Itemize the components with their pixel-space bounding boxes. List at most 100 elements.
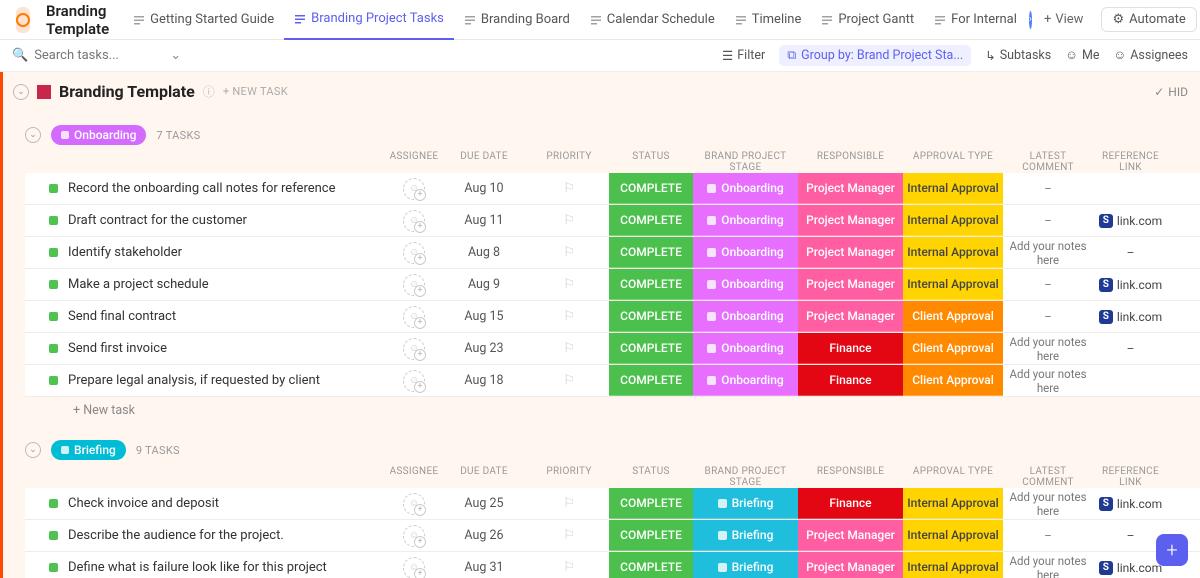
due-date[interactable]: Aug 11 [439, 213, 529, 228]
priority-flag-icon[interactable]: ⚐ [529, 213, 609, 228]
tab-branding-project-tasks[interactable]: Branding Project Tasks [284, 0, 454, 40]
responsible-cell[interactable]: Project Manager [798, 205, 903, 236]
more-tabs-icon[interactable]: › [1029, 11, 1032, 29]
task-row[interactable]: Describe the audience for the project.☺A… [25, 520, 1200, 552]
task-row[interactable]: Send first invoice☺Aug 23⚐COMPLETEOnboar… [25, 333, 1200, 365]
automate-button[interactable]: ⚙Automate [1101, 7, 1196, 32]
approval-cell[interactable]: Internal Approval [903, 237, 1003, 268]
link-cell[interactable]: Slink.com [1093, 497, 1168, 511]
assignee-add-icon[interactable]: ☺ [403, 306, 425, 328]
group-badge[interactable]: Onboarding [51, 125, 146, 145]
responsible-cell[interactable]: Finance [798, 365, 903, 396]
stage-cell[interactable]: Briefing [693, 552, 798, 578]
priority-flag-icon[interactable]: ⚐ [529, 496, 609, 511]
group-badge[interactable]: Briefing [51, 440, 126, 460]
link-cell[interactable]: – [1093, 246, 1168, 260]
tab-project-gantt[interactable]: Project Gantt [811, 0, 924, 40]
responsible-cell[interactable]: Project Manager [798, 269, 903, 300]
status-cell[interactable]: COMPLETE [609, 552, 693, 578]
comment-cell[interactable]: – [1003, 529, 1093, 543]
priority-flag-icon[interactable]: ⚐ [529, 560, 609, 575]
add-button[interactable]: + [1156, 534, 1188, 566]
priority-flag-icon[interactable]: ⚐ [529, 181, 609, 196]
search-chevron-icon[interactable]: ⌄ [164, 48, 187, 63]
assignee-add-icon[interactable]: ☺ [403, 557, 425, 578]
due-date[interactable]: Aug 31 [439, 560, 529, 575]
stage-cell[interactable]: Onboarding [693, 365, 798, 396]
task-row[interactable]: Make a project schedule☺Aug 9⚐COMPLETEOn… [25, 269, 1200, 301]
tab-calendar-schedule[interactable]: Calendar Schedule [580, 0, 725, 40]
responsible-cell[interactable]: Project Manager [798, 552, 903, 578]
workspace-icon[interactable] [16, 7, 30, 33]
priority-flag-icon[interactable]: ⚐ [529, 245, 609, 260]
assignee-add-icon[interactable]: ☺ [403, 338, 425, 360]
due-date[interactable]: Aug 10 [439, 181, 529, 196]
task-row[interactable]: Define what is failure look like for thi… [25, 552, 1200, 578]
due-date[interactable]: Aug 9 [439, 277, 529, 292]
due-date[interactable]: Aug 18 [439, 373, 529, 388]
add-task-button[interactable]: + New task [25, 397, 1200, 422]
comment-cell[interactable]: – [1003, 278, 1093, 292]
comment-cell[interactable]: – [1003, 214, 1093, 228]
comment-cell[interactable]: Add your notes here [1003, 554, 1093, 578]
due-date[interactable]: Aug 25 [439, 496, 529, 511]
responsible-cell[interactable]: Finance [798, 333, 903, 364]
task-row[interactable]: Send final contract☺Aug 15⚐COMPLETEOnboa… [25, 301, 1200, 333]
comment-cell[interactable]: – [1003, 182, 1093, 196]
collapse-group-icon[interactable]: ⌄ [25, 442, 41, 458]
status-cell[interactable]: COMPLETE [609, 237, 693, 268]
status-cell[interactable]: COMPLETE [609, 301, 693, 332]
status-cell[interactable]: COMPLETE [609, 520, 693, 551]
collapse-list-icon[interactable]: ⌄ [13, 84, 29, 100]
status-cell[interactable]: COMPLETE [609, 173, 693, 204]
stage-cell[interactable]: Onboarding [693, 269, 798, 300]
task-row[interactable]: Prepare legal analysis, if requested by … [25, 365, 1200, 397]
tab-timeline[interactable]: Timeline [725, 0, 812, 40]
approval-cell[interactable]: Internal Approval [903, 269, 1003, 300]
new-task-button[interactable]: + NEW TASK [223, 85, 288, 98]
approval-cell[interactable]: Client Approval [903, 301, 1003, 332]
link-cell[interactable]: Slink.com [1093, 214, 1168, 228]
assignees-button[interactable]: ☺Assignees [1114, 48, 1189, 63]
priority-flag-icon[interactable]: ⚐ [529, 528, 609, 543]
group-by-button[interactable]: ⧉Group by: Brand Project Sta... [779, 45, 971, 66]
tab-getting-started-guide[interactable]: Getting Started Guide [123, 0, 284, 40]
task-row[interactable]: Record the onboarding call notes for ref… [25, 173, 1200, 205]
assignee-add-icon[interactable]: ☺ [403, 178, 425, 200]
status-cell[interactable]: COMPLETE [609, 488, 693, 519]
filter-button[interactable]: ☰Filter [722, 48, 765, 64]
hide-button[interactable]: ✓HID [1154, 85, 1188, 99]
approval-cell[interactable]: Client Approval [903, 365, 1003, 396]
priority-flag-icon[interactable]: ⚐ [529, 277, 609, 292]
due-date[interactable]: Aug 15 [439, 309, 529, 324]
assignee-add-icon[interactable]: ☺ [403, 525, 425, 547]
subtasks-button[interactable]: ↳Subtasks [985, 48, 1051, 64]
responsible-cell[interactable]: Project Manager [798, 237, 903, 268]
priority-flag-icon[interactable]: ⚐ [529, 341, 609, 356]
assignee-add-icon[interactable]: ☺ [403, 370, 425, 392]
stage-cell[interactable]: Onboarding [693, 205, 798, 236]
task-row[interactable]: Check invoice and deposit☺Aug 25⚐COMPLET… [25, 488, 1200, 520]
assignee-add-icon[interactable]: ☺ [403, 493, 425, 515]
status-cell[interactable]: COMPLETE [609, 333, 693, 364]
priority-flag-icon[interactable]: ⚐ [529, 373, 609, 388]
comment-cell[interactable]: – [1003, 310, 1093, 324]
info-icon[interactable]: ⓘ [203, 83, 215, 100]
status-cell[interactable]: COMPLETE [609, 269, 693, 300]
assignee-add-icon[interactable]: ☺ [403, 242, 425, 264]
task-row[interactable]: Identify stakeholder☺Aug 8⚐COMPLETEOnboa… [25, 237, 1200, 269]
due-date[interactable]: Aug 26 [439, 528, 529, 543]
due-date[interactable]: Aug 8 [439, 245, 529, 260]
add-view-button[interactable]: +View [1034, 12, 1094, 27]
link-cell[interactable]: Slink.com [1093, 310, 1168, 324]
approval-cell[interactable]: Internal Approval [903, 488, 1003, 519]
approval-cell[interactable]: Internal Approval [903, 520, 1003, 551]
due-date[interactable]: Aug 23 [439, 341, 529, 356]
status-cell[interactable]: COMPLETE [609, 365, 693, 396]
assignee-add-icon[interactable]: ☺ [403, 210, 425, 232]
me-button[interactable]: ☺Me [1065, 48, 1099, 63]
stage-cell[interactable]: Briefing [693, 488, 798, 519]
stage-cell[interactable]: Onboarding [693, 333, 798, 364]
comment-cell[interactable]: Add your notes here [1003, 490, 1093, 518]
stage-cell[interactable]: Onboarding [693, 237, 798, 268]
